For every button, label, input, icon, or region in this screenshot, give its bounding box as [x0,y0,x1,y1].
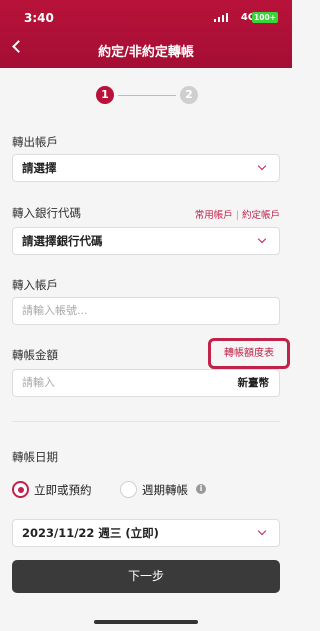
to-account-label: 轉入帳戶 [12,278,58,292]
limit-table-link[interactable]: 轉帳額度表 [208,338,290,369]
transfer-date-value: 2023/11/22 週三 (立即) [22,526,159,540]
step-connector [118,94,176,96]
chevron-down-icon [257,526,267,536]
to-account-placeholder: 請輸入帳號... [22,304,88,317]
next-button[interactable]: 下一步 [12,560,280,593]
currency-label: 新臺幣 [237,377,270,389]
amount-label: 轉帳金額 [12,348,58,362]
section-divider [12,421,280,422]
from-account-value: 請選擇 [22,161,57,175]
from-account-label: 轉出帳戶 [12,135,58,149]
info-icon[interactable]: i [196,484,206,494]
app-header: 3:40 4G 100+ 約定/非約定轉帳 [0,0,292,68]
amount-input[interactable]: 請輸入 新臺幣 [12,369,280,397]
transfer-date-label: 轉帳日期 [12,450,58,464]
to-account-input[interactable]: 請輸入帳號... [12,297,280,325]
transfer-date-select[interactable]: 2023/11/22 週三 (立即) [12,519,280,547]
bank-code-select[interactable]: 請選擇銀行代碼 [12,227,280,255]
from-account-select[interactable]: 請選擇 [12,154,280,182]
step-2: 2 [180,86,198,104]
step-1: 1 [96,86,114,104]
bank-code-value: 請選擇銀行代碼 [22,234,103,248]
radio-immediate[interactable] [12,481,29,498]
chevron-down-icon [257,234,267,244]
signal-icon [213,12,228,22]
radio-immediate-label[interactable]: 立即或預約 [34,482,92,498]
amount-placeholder: 請輸入 [22,376,55,389]
radio-recurring-label[interactable]: 週期轉帳 [142,482,188,498]
transfer-type-options: 立即或預約 週期轉帳 i [12,481,280,501]
bank-code-label: 轉入銀行代碼 [12,206,81,220]
status-time: 3:40 [24,11,54,25]
status-bar: 3:40 4G 100+ [0,9,292,29]
battery-icon: 100+ [252,12,278,23]
radio-recurring[interactable] [120,481,137,498]
step-indicator: 1 2 [96,86,198,104]
chevron-down-icon [257,161,267,171]
common-accounts-link[interactable]: 常用帳戶 [195,210,233,221]
designated-accounts-link[interactable]: 約定帳戶 [242,210,280,221]
home-indicator [94,620,198,624]
account-shortcuts: 常用帳戶 | 約定帳戶 [195,207,280,221]
link-separator: | [235,210,239,221]
page-title: 約定/非約定轉帳 [98,45,194,60]
